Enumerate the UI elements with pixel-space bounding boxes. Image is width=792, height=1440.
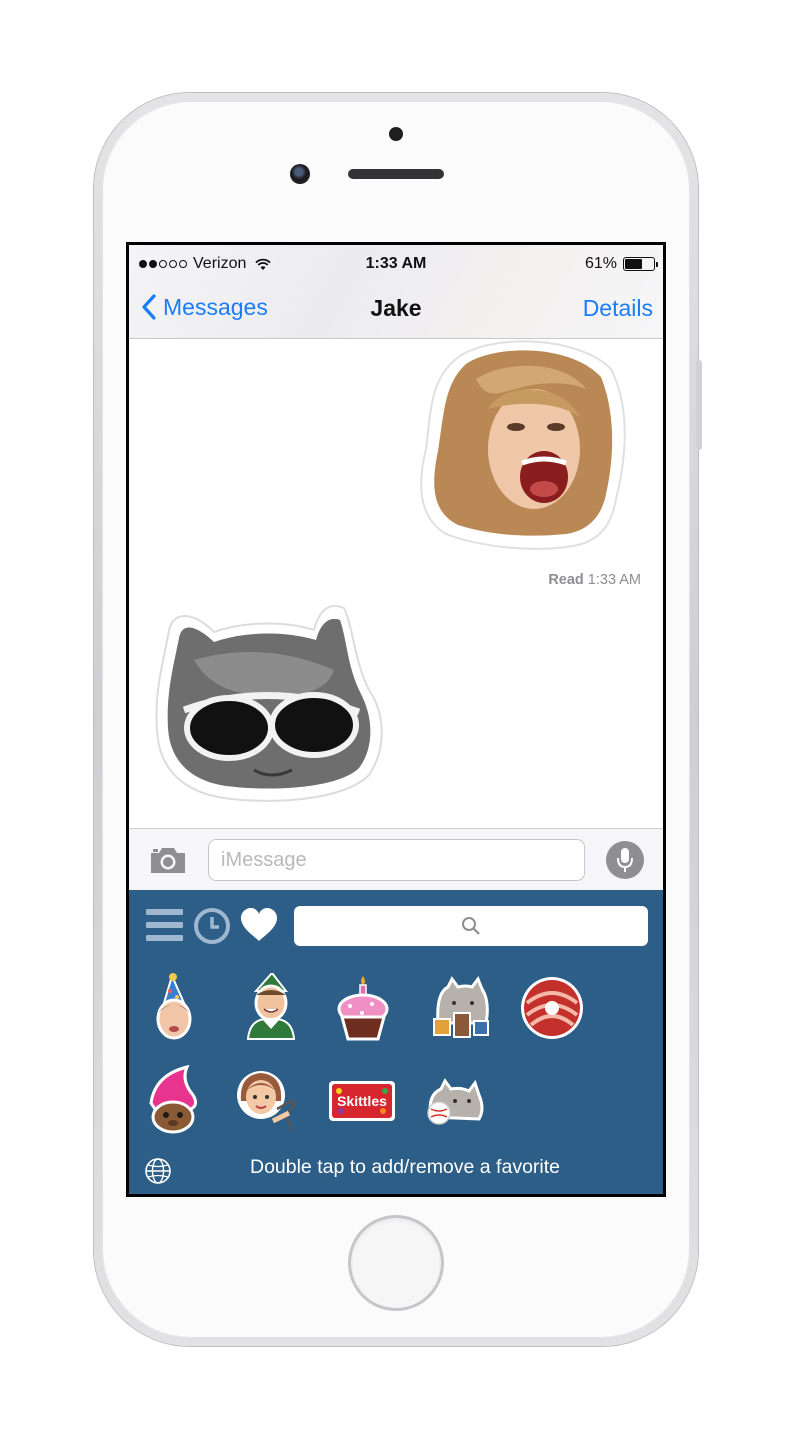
sticker-search-field[interactable] — [294, 906, 648, 946]
clock: 1:33 AM — [365, 255, 427, 272]
skittles-label: Skittles — [337, 1093, 387, 1109]
home-button[interactable] — [348, 1215, 444, 1311]
read-label: Read — [548, 572, 584, 588]
navigation-header: Verizon 1:33 AM 61% Messages Jake Detail… — [129, 245, 663, 339]
message-placeholder: iMessage — [221, 848, 307, 871]
skittles-sticker[interactable]: Skittles — [327, 1065, 397, 1135]
front-camera — [290, 164, 310, 184]
read-receipt: Read 1:33 AM — [548, 572, 641, 588]
side-button — [696, 360, 702, 450]
search-icon — [462, 917, 480, 935]
message-input-bar: iMessage — [129, 828, 663, 890]
pusheen-ball-sticker[interactable] — [419, 1065, 489, 1135]
imessage-text-field[interactable]: iMessage — [208, 839, 585, 881]
microphone-icon — [617, 848, 633, 872]
bacon-donut-sticker[interactable] — [517, 973, 587, 1043]
favorites-heart-icon[interactable] — [240, 908, 278, 942]
battery-percent: 61% — [584, 255, 617, 272]
battery-icon — [623, 257, 658, 271]
proximity-sensor — [389, 127, 403, 141]
camera-icon[interactable] — [149, 845, 187, 875]
messages-app: Verizon 1:33 AM 61% Messages Jake Detail… — [129, 245, 663, 1194]
menu-icon[interactable] — [146, 908, 183, 942]
elf-man-sticker[interactable] — [236, 973, 306, 1043]
screaming-woman-face-sticker[interactable] — [416, 339, 634, 555]
favorite-hint-text: Double tap to add/remove a favorite — [249, 1156, 561, 1178]
read-time: 1:33 AM — [587, 572, 641, 588]
dancing-woman-emoji-sticker[interactable] — [233, 1065, 303, 1135]
details-button[interactable]: Details — [583, 295, 653, 322]
pink-troll-sticker[interactable] — [141, 1065, 211, 1135]
battery-status: 61% — [584, 253, 658, 275]
sticker-keyboard: Skittles Double tap to add/remove a favo… — [129, 890, 663, 1194]
microphone-button[interactable] — [606, 841, 644, 879]
cupcake-candle-sticker[interactable] — [328, 973, 398, 1043]
earpiece-speaker — [348, 169, 444, 179]
cat-with-sunglasses-sticker[interactable] — [154, 600, 389, 805]
pusheen-snacks-sticker[interactable] — [426, 973, 496, 1043]
party-hat-girl-sticker[interactable] — [140, 973, 210, 1043]
recent-clock-icon[interactable] — [193, 907, 231, 945]
screen: Verizon 1:33 AM 61% Messages Jake Detail… — [126, 242, 666, 1197]
